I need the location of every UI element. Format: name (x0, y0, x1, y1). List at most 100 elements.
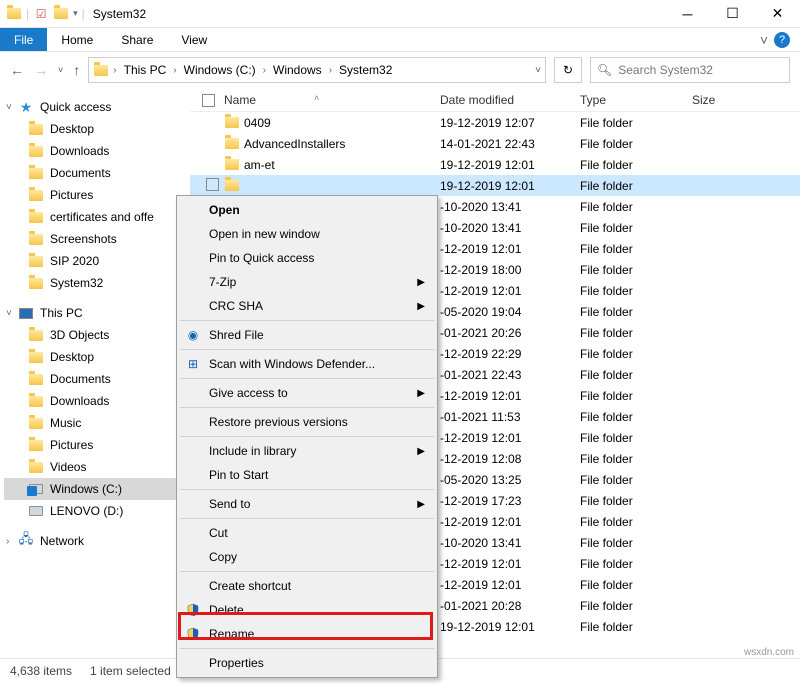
sidebar-item[interactable]: Downloads (4, 390, 186, 412)
menu-item[interactable]: ⊞Scan with Windows Defender... (179, 352, 435, 376)
title-bar: | ☑ ▾ | System32 ─ ☐ ✕ (0, 0, 800, 28)
back-button[interactable]: ← (10, 62, 24, 78)
defender-icon: ⊞ (185, 356, 201, 372)
search-input[interactable]: 🔍︎ Search System32 (590, 57, 790, 83)
nav-pane: ˅★Quick accessDesktopDownloadsDocumentsP… (0, 88, 190, 658)
submenu-arrow-icon: ▶ (417, 499, 425, 510)
sidebar-item[interactable]: Desktop (4, 346, 186, 368)
qat-save-icon[interactable]: ☑ (33, 6, 49, 22)
close-button[interactable]: ✕ (755, 0, 800, 28)
minimize-button[interactable]: ─ (665, 0, 710, 28)
submenu-arrow-icon: ▶ (417, 277, 425, 288)
sidebar-item[interactable]: ˅★Quick access (4, 96, 186, 118)
column-headers[interactable]: Name˄ Date modified Type Size (190, 88, 800, 112)
menu-item[interactable]: Cut (179, 521, 435, 545)
menu-item[interactable]: Pin to Start (179, 463, 435, 487)
sidebar-item[interactable]: LENOVO (D:) (4, 500, 186, 522)
menu-item[interactable]: ◉Shred File (179, 323, 435, 347)
menu-item[interactable]: Open in new window (179, 222, 435, 246)
sidebar-item[interactable]: Pictures (4, 434, 186, 456)
menu-item[interactable]: Create shortcut (179, 574, 435, 598)
menu-separator (180, 518, 434, 519)
sidebar-item[interactable]: Screenshots (4, 228, 186, 250)
watermark: wsxdn.com (744, 647, 794, 658)
crumb[interactable]: Windows (270, 63, 325, 77)
tab-home[interactable]: Home (47, 28, 107, 51)
sidebar-item[interactable]: ›🖧Network (4, 530, 186, 552)
sidebar-item[interactable]: Videos (4, 456, 186, 478)
sidebar-item[interactable]: certificates and offe (4, 206, 186, 228)
sidebar-item[interactable]: Pictures (4, 184, 186, 206)
folder-icon (28, 349, 44, 365)
qat-props-icon[interactable] (53, 6, 69, 22)
folder-icon (28, 165, 44, 181)
folder-icon (28, 209, 44, 225)
tab-share[interactable]: Share (107, 28, 167, 51)
tree-expand-icon[interactable]: › (6, 536, 9, 547)
pc-icon (18, 305, 34, 321)
menu-separator (180, 648, 434, 649)
up-button[interactable]: ↑ (73, 62, 80, 78)
menu-item[interactable]: Give access to▶ (179, 381, 435, 405)
help-icon[interactable]: ? (774, 32, 790, 48)
folder-icon (28, 143, 44, 159)
tab-view[interactable]: View (167, 28, 221, 51)
menu-item[interactable]: 7-Zip▶ (179, 270, 435, 294)
sidebar-item[interactable]: Windows (C:) (4, 478, 186, 500)
menu-item[interactable]: Pin to Quick access (179, 246, 435, 270)
row-checkbox[interactable] (206, 178, 219, 191)
table-row[interactable]: 19-12-2019 12:01File folder (190, 175, 800, 196)
search-icon: 🔍︎ (597, 63, 612, 77)
menu-item[interactable]: Include in library▶ (179, 439, 435, 463)
menu-item[interactable]: Restore previous versions (179, 410, 435, 434)
selection-count: 1 item selected (90, 664, 171, 678)
sidebar-item[interactable]: 3D Objects (4, 324, 186, 346)
table-row[interactable]: AdvancedInstallers14-01-2021 22:43File f… (190, 133, 800, 154)
tree-expand-icon[interactable]: ˅ (6, 102, 12, 113)
folder-icon (28, 393, 44, 409)
folder-icon (28, 437, 44, 453)
folder-icon (28, 327, 44, 343)
menu-item[interactable]: Properties (179, 651, 435, 675)
sidebar-item[interactable]: Desktop (4, 118, 186, 140)
menu-item[interactable]: Send to▶ (179, 492, 435, 516)
sidebar-item[interactable]: Documents (4, 162, 186, 184)
crumb[interactable]: Windows (C:) (181, 63, 259, 77)
ribbon-help[interactable]: ˅? (750, 28, 800, 51)
qat-sep2: | (82, 7, 85, 21)
menu-item[interactable]: Open (179, 198, 435, 222)
sidebar-item[interactable]: Downloads (4, 140, 186, 162)
sidebar-item[interactable]: SIP 2020 (4, 250, 186, 272)
crumb[interactable]: System32 (336, 63, 395, 77)
tree-expand-icon[interactable]: ˅ (6, 308, 12, 319)
tab-file[interactable]: File (0, 28, 47, 51)
chevron-right-icon[interactable]: › (113, 65, 116, 76)
recent-dropdown-icon[interactable]: ˅ (58, 65, 63, 75)
menu-item[interactable]: Rename (179, 622, 435, 646)
table-row[interactable]: 040919-12-2019 12:07File folder (190, 112, 800, 133)
submenu-arrow-icon: ▶ (417, 301, 425, 312)
sidebar-item[interactable]: ˅This PC (4, 302, 186, 324)
sidebar-item[interactable]: Music (4, 412, 186, 434)
address-dropdown-icon[interactable]: ˅ (535, 65, 541, 76)
menu-item[interactable]: CRC SHA▶ (179, 294, 435, 318)
qat-sep: | (26, 7, 29, 21)
qat-dropdown-icon[interactable]: ▾ (73, 8, 78, 19)
crumb[interactable]: This PC (121, 63, 170, 77)
select-all-checkbox[interactable] (202, 94, 215, 107)
menu-separator (180, 320, 434, 321)
forward-button[interactable]: → (34, 62, 48, 78)
address-bar[interactable]: › This PC› Windows (C:)› Windows› System… (88, 57, 546, 83)
sidebar-item[interactable]: Documents (4, 368, 186, 390)
sidebar-item[interactable]: System32 (4, 272, 186, 294)
shred-icon: ◉ (185, 327, 201, 343)
disk-icon (28, 503, 44, 519)
table-row[interactable]: am-et19-12-2019 12:01File folder (190, 154, 800, 175)
maximize-button[interactable]: ☐ (710, 0, 755, 28)
menu-item[interactable]: Delete (179, 598, 435, 622)
folder-icon (28, 187, 44, 203)
submenu-arrow-icon: ▶ (417, 388, 425, 399)
menu-item[interactable]: Copy (179, 545, 435, 569)
folder-icon (224, 178, 240, 194)
refresh-button[interactable]: ↻ (554, 57, 582, 83)
